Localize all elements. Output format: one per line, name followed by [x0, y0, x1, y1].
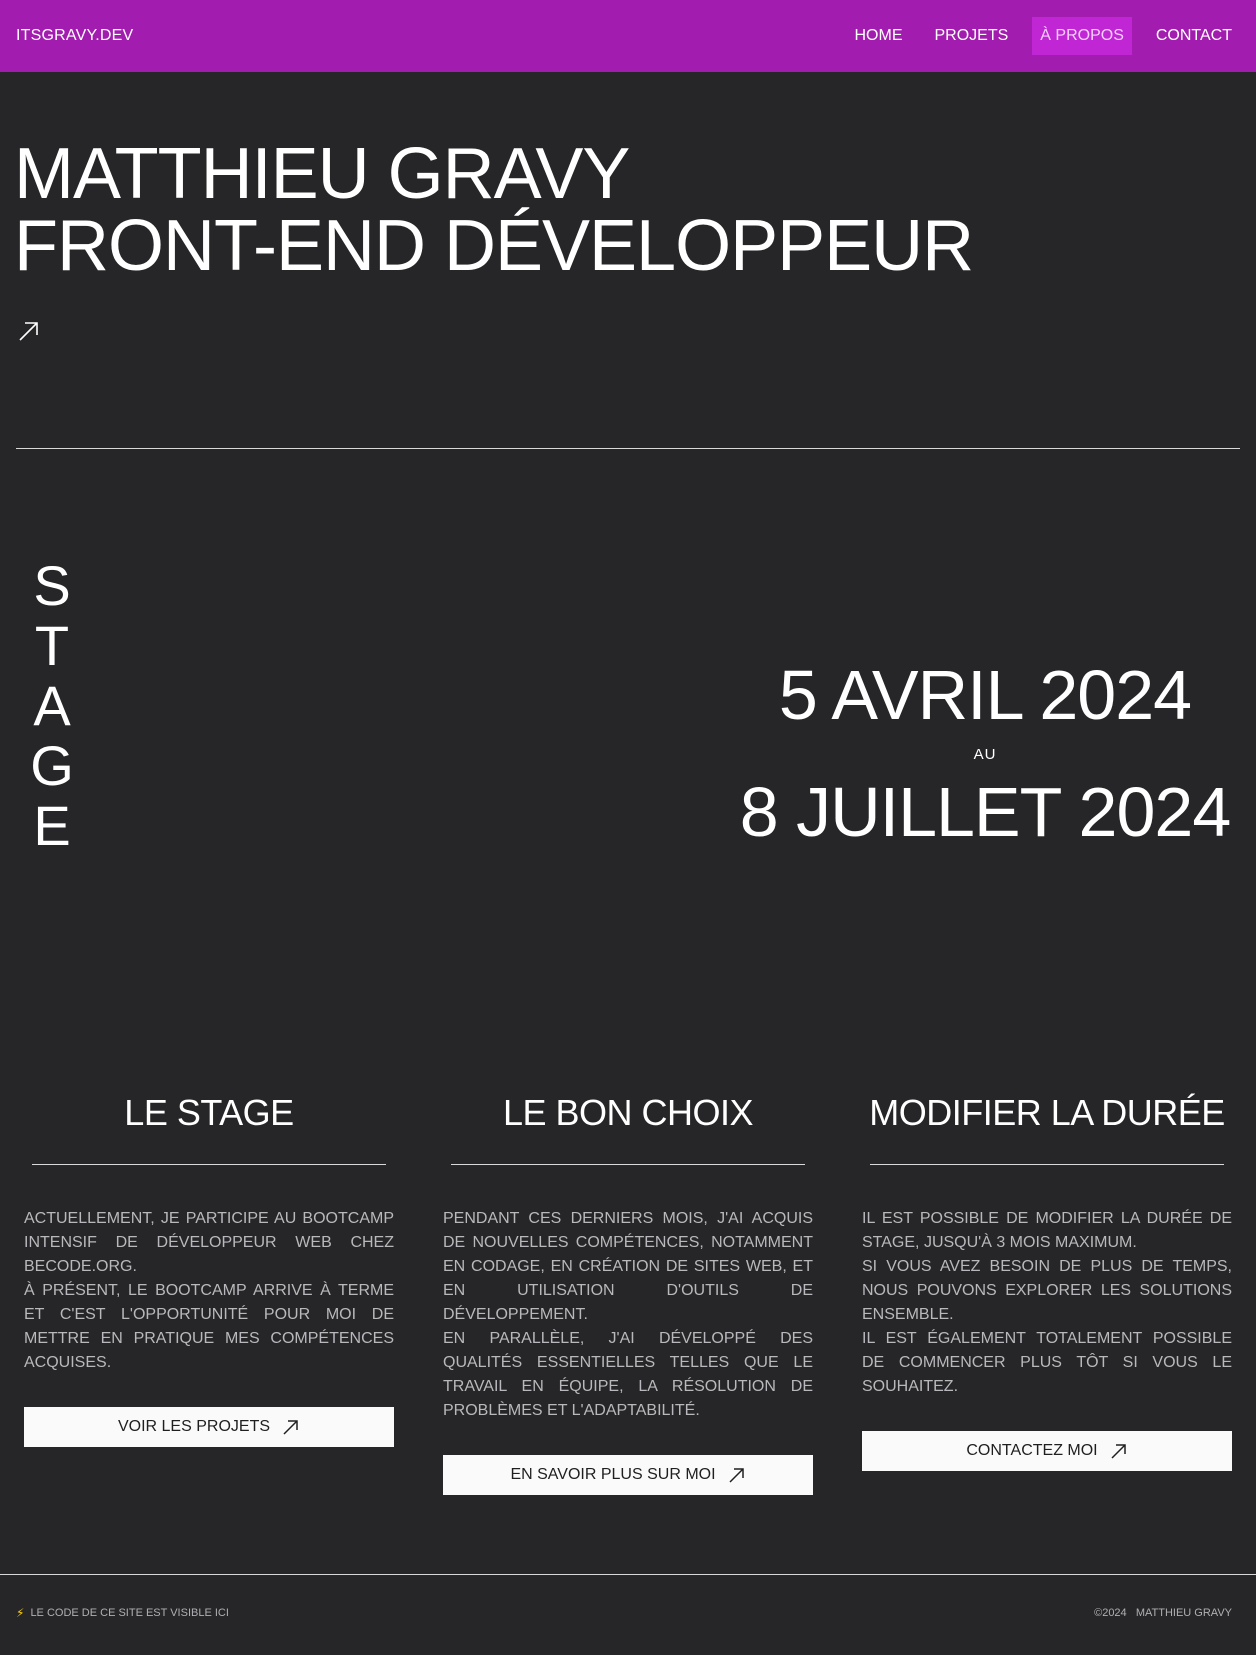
arrow-up-right-icon [1111, 1444, 1126, 1459]
copyright: ©2024 MATTHIEU GRAVY [1094, 1607, 1232, 1619]
card-paragraph: IL EST ÉGALEMENT TOTALEMENT POSSIBLE DE … [862, 1330, 1232, 1395]
stage-letter: E [33, 794, 71, 857]
copyright-year: ©2024 [1094, 1607, 1127, 1619]
card-divider [870, 1164, 1224, 1165]
arrow-up-right-icon [729, 1468, 744, 1483]
site-brand[interactable]: ITSGRAVY.DEV [16, 27, 133, 45]
nav-item-a-propos[interactable]: À PROPOS [1032, 17, 1132, 55]
info-cards: LE STAGE ACTUELLEMENT, JE PARTICIPE AU B… [24, 1090, 1232, 1495]
card-paragraph: ACTUELLEMENT, JE PARTICIPE AU BOOTCAMP I… [24, 1210, 394, 1275]
stage-vertical-title: S T A G E [28, 556, 76, 856]
stage-dates: 5 AVRIL 2024 AU 8 JUILLET 2024 [700, 658, 1256, 849]
nav-item-home[interactable]: HOME [846, 17, 910, 55]
stage-letter: S [33, 554, 71, 617]
arrow-up-right-icon [283, 1420, 298, 1435]
arrow-up-right-icon[interactable] [18, 320, 40, 342]
source-code-text: LE CODE DE CE SITE EST VISIBLE ICI [30, 1607, 229, 1619]
copyright-author: MATTHIEU GRAVY [1135, 1607, 1232, 1619]
card-paragraph: SI VOUS AVEZ BESOIN DE PLUS DE TEMPS, NO… [862, 1258, 1232, 1323]
footer-divider [0, 1574, 1256, 1575]
card-paragraph: À PRÉSENT, LE BOOTCAMP ARRIVE À TERME ET… [24, 1282, 394, 1371]
en-savoir-plus-button[interactable]: EN SAVOIR PLUS SUR MOI [443, 1455, 813, 1495]
card-title: MODIFIER LA DURÉE [869, 1092, 1225, 1133]
voir-les-projets-button[interactable]: VOIR LES PROJETS [24, 1407, 394, 1447]
card-paragraph: PENDANT CES DERNIERS MOIS, J'AI ACQUIS D… [443, 1210, 813, 1323]
source-code-link[interactable]: ⚡ LE CODE DE CE SITE EST VISIBLE ICI [16, 1606, 229, 1620]
card-text: ACTUELLEMENT, JE PARTICIPE AU BOOTCAMP I… [24, 1207, 394, 1375]
date-separator: AU [973, 746, 997, 763]
card-modifier-la-duree: MODIFIER LA DURÉE IL EST POSSIBLE DE MOD… [862, 1090, 1232, 1495]
navbar: ITSGRAVY.DEV HOME PROJETS À PROPOS CONTA… [0, 0, 1256, 72]
nav-item-projets[interactable]: PROJETS [926, 17, 1016, 55]
hero-role: FRONT-END DÉVELOPPEUR [14, 206, 974, 286]
stage-letter: G [30, 734, 74, 797]
stage-letter: T [34, 614, 70, 677]
end-date: 8 JUILLET 2024 [739, 773, 1232, 851]
card-le-bon-choix: LE BON CHOIX PENDANT CES DERNIERS MOIS, … [443, 1090, 813, 1495]
main-nav: HOME PROJETS À PROPOS CONTACT [838, 17, 1240, 55]
lightning-icon: ⚡ [16, 1606, 25, 1620]
button-label: VOIR LES PROJETS [117, 1418, 271, 1435]
nav-item-contact[interactable]: CONTACT [1148, 17, 1240, 55]
card-divider [32, 1164, 386, 1165]
card-title: LE BON CHOIX [502, 1092, 754, 1133]
button-label: CONTACTEZ MOI [966, 1442, 1098, 1459]
card-divider [451, 1164, 805, 1165]
card-title: LE STAGE [124, 1092, 294, 1133]
card-paragraph: EN PARALLÈLE, J'AI DÉVELOPPÉ DES QUALITÉ… [443, 1330, 813, 1419]
card-paragraph: IL EST POSSIBLE DE MODIFIER LA DURÉE DE … [862, 1210, 1232, 1251]
contactez-moi-button[interactable]: CONTACTEZ MOI [862, 1431, 1232, 1471]
card-text: IL EST POSSIBLE DE MODIFIER LA DURÉE DE … [862, 1207, 1232, 1399]
section-divider [16, 448, 1240, 449]
hero-name: MATTHIEU GRAVY [14, 134, 630, 214]
card-text: PENDANT CES DERNIERS MOIS, J'AI ACQUIS D… [443, 1207, 813, 1423]
stage-letter: A [33, 674, 71, 737]
start-date: 5 AVRIL 2024 [778, 656, 1192, 734]
card-le-stage: LE STAGE ACTUELLEMENT, JE PARTICIPE AU B… [24, 1090, 394, 1495]
button-label: EN SAVOIR PLUS SUR MOI [510, 1466, 716, 1483]
footer: ⚡ LE CODE DE CE SITE EST VISIBLE ICI ©20… [16, 1606, 1232, 1620]
hero: MATTHIEU GRAVY FRONT-END DÉVELOPPEUR [14, 134, 974, 286]
